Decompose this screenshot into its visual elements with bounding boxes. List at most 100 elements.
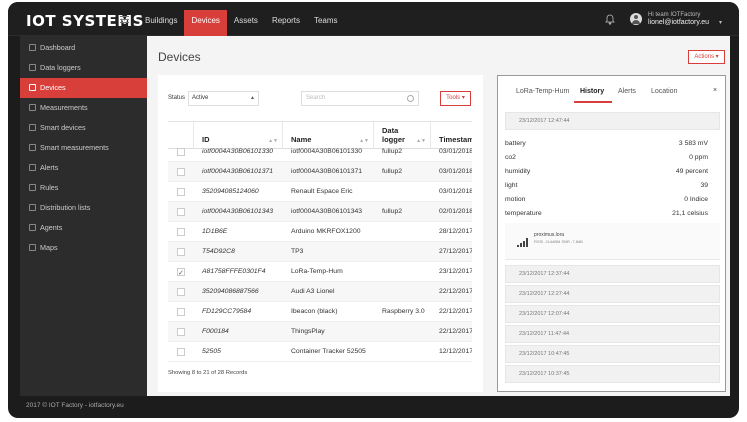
status-label: Status xyxy=(168,95,186,101)
measurement-value: 0 ppm xyxy=(689,154,708,161)
cell-name: iotf0004A30B06101343 xyxy=(291,208,363,215)
network-info: proximus.lora RSSI -114dBM SNR -7.8dB xyxy=(505,223,720,260)
row-checkbox[interactable] xyxy=(177,348,185,356)
cell-id: FD129CC79584 xyxy=(202,308,252,315)
table-row[interactable]: iotf0004A30B06101330 iotf0004A30B06101330… xyxy=(168,142,472,162)
user-icon xyxy=(29,224,36,231)
table-row[interactable]: iotf0004A30B06101371 iotf0004A30B06101371… xyxy=(168,162,472,182)
main-nav: Buildings Devices Assets Reports Teams xyxy=(138,10,345,36)
table-row[interactable]: A81758FFFE0301F4 LoRa-Temp-Hum 23/12/2017 xyxy=(168,262,472,282)
gear-icon xyxy=(29,184,36,191)
cell-data-logger xyxy=(374,282,431,302)
row-checkbox[interactable] xyxy=(177,168,185,176)
measurement-row: motion 0 Indice xyxy=(505,196,708,203)
history-entry[interactable]: 23/12/2017 11:47:44 xyxy=(505,325,720,343)
chevron-down-icon[interactable]: ▾ xyxy=(719,19,722,26)
status-value: Active xyxy=(192,95,209,101)
cell-timestamp: 03/01/2018 xyxy=(439,188,472,195)
nav-teams[interactable]: Teams xyxy=(307,10,345,36)
row-checkbox[interactable] xyxy=(177,208,185,216)
table-row[interactable]: 1D1B6E Arduino MKRFOX1200 28/12/2017 xyxy=(168,222,472,242)
sidebar-item-devices[interactable]: Devices xyxy=(20,78,147,98)
sidebar-item-smart-devices[interactable]: Smart devices xyxy=(20,118,147,138)
sidebar-item-label: Alerts xyxy=(40,163,59,172)
row-checkbox[interactable] xyxy=(177,148,185,156)
row-checkbox-cell xyxy=(168,262,194,282)
cell-id: 1D1B6E xyxy=(202,228,228,235)
row-checkbox[interactable] xyxy=(177,328,185,336)
history-entry[interactable]: 23/12/2017 12:37:44 xyxy=(505,265,720,283)
tab-device[interactable]: LoRa-Temp-Hum xyxy=(516,88,569,95)
menu-icon[interactable] xyxy=(120,16,129,23)
sidebar-item-data-loggers[interactable]: Data loggers xyxy=(20,58,147,78)
bell-icon[interactable] xyxy=(605,14,615,26)
cell-name: Ibeacon (black) xyxy=(291,308,338,315)
close-icon[interactable]: × xyxy=(713,87,717,94)
sidebar-item-agents[interactable]: Agents xyxy=(20,218,147,238)
sidebar-item-label: Dashboard xyxy=(40,43,76,52)
table-row[interactable]: iotf0004A30B06101343 iotf0004A30B06101343… xyxy=(168,202,472,222)
sidebar-item-alerts[interactable]: Alerts xyxy=(20,158,147,178)
table-row[interactable]: 352094086887566 Audi A3 Lionel 22/12/2017 xyxy=(168,282,472,302)
actions-button[interactable]: Actions ▾ xyxy=(688,50,725,64)
history-entry[interactable]: 23/12/2017 12:27:44 xyxy=(505,285,720,303)
tag-icon xyxy=(29,84,36,91)
table-row[interactable]: 352094085124060 Renault Espace Eric 03/01/… xyxy=(168,182,472,202)
nav-devices[interactable]: Devices xyxy=(184,10,227,36)
row-checkbox[interactable] xyxy=(177,264,185,282)
history-entry[interactable]: 23/12/2017 10:47:45 xyxy=(505,345,720,363)
cell-id: T54D92C8 xyxy=(202,248,235,255)
cell-timestamp: 23/12/2017 xyxy=(439,268,472,275)
tab-history[interactable]: History xyxy=(580,88,604,95)
list-icon xyxy=(29,144,36,151)
cell-id: iotf0004A30B06101343 xyxy=(202,208,274,215)
nav-buildings[interactable]: Buildings xyxy=(138,10,184,36)
tab-alerts[interactable]: Alerts xyxy=(618,88,636,95)
search-placeholder: Search xyxy=(306,95,326,101)
table-row[interactable]: F000184 ThingsPlay 22/12/2017 xyxy=(168,322,472,342)
sidebar-item-label: Maps xyxy=(40,243,58,252)
table-row[interactable]: 52505 Container Tracker 52505 12/12/2017 xyxy=(168,342,472,362)
user-email[interactable]: lionel@iotfactory.eu xyxy=(648,19,709,26)
history-entry[interactable]: 23/12/2017 10:37:45 xyxy=(505,365,720,383)
alert-icon xyxy=(29,164,36,171)
sidebar-item-maps[interactable]: Maps xyxy=(20,238,147,258)
cell-data-logger xyxy=(374,222,431,242)
measurement-value: 0 Indice xyxy=(684,196,708,203)
updown-icon: ▲ xyxy=(250,95,255,101)
row-checkbox[interactable] xyxy=(177,288,185,296)
cell-name: Renault Espace Eric xyxy=(291,188,353,195)
cell-timestamp: 03/01/2018 xyxy=(439,168,472,175)
cell-id: 52505 xyxy=(202,348,221,355)
chip-icon xyxy=(29,124,36,131)
sidebar-item-smart-measurements[interactable]: Smart measurements xyxy=(20,138,147,158)
signal-icon xyxy=(517,238,529,247)
sidebar-item-measurements[interactable]: Measurements xyxy=(20,98,147,118)
row-checkbox[interactable] xyxy=(177,228,185,236)
sidebar-item-distribution-lists[interactable]: Distribution lists xyxy=(20,198,147,218)
history-entry[interactable]: 23/12/2017 12:07:44 xyxy=(505,305,720,323)
cell-timestamp: 02/01/2018 xyxy=(439,208,472,215)
cell-timestamp: 27/12/2017 xyxy=(439,248,472,255)
avatar-icon[interactable] xyxy=(630,13,642,25)
cell-id: iotf0004A30B06101330 xyxy=(202,148,274,155)
sidebar-item-rules[interactable]: Rules xyxy=(20,178,147,198)
measurement-name: co2 xyxy=(505,154,516,161)
row-checkbox-cell xyxy=(168,302,194,322)
table-row[interactable]: T54D92C8 TP3 27/12/2017 xyxy=(168,242,472,262)
sidebar-item-dashboard[interactable]: Dashboard xyxy=(20,38,147,58)
tab-location[interactable]: Location xyxy=(651,88,677,95)
history-entry-latest[interactable]: 23/12/2017 12:47:44 xyxy=(505,112,720,130)
nav-assets[interactable]: Assets xyxy=(227,10,265,36)
status-select[interactable]: Active ▲ xyxy=(188,91,259,106)
row-checkbox-cell xyxy=(168,222,194,242)
search-input[interactable]: Search xyxy=(301,91,419,106)
row-checkbox[interactable] xyxy=(177,188,185,196)
row-checkbox[interactable] xyxy=(177,248,185,256)
tools-button[interactable]: Tools ▾ xyxy=(440,91,471,106)
row-checkbox[interactable] xyxy=(177,308,185,316)
table-row[interactable]: FD129CC79584 Ibeacon (black) Raspberry 3.0… xyxy=(168,302,472,322)
send-icon xyxy=(29,204,36,211)
cell-id: iotf0004A30B06101371 xyxy=(202,168,274,175)
nav-reports[interactable]: Reports xyxy=(265,10,307,36)
